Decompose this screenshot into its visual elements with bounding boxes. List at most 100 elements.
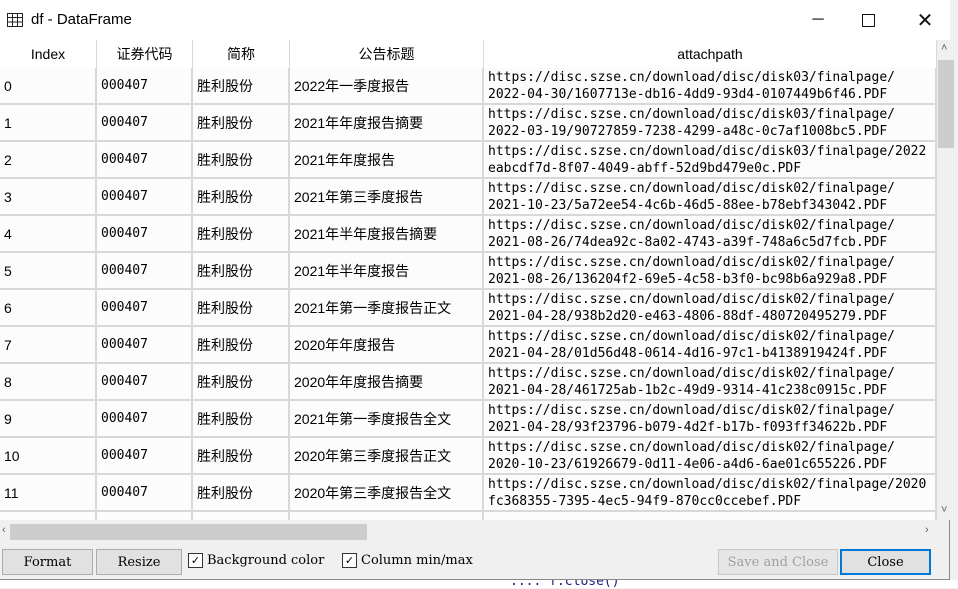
cell-title[interactable]: 2021年第三季度报告 <box>290 179 484 214</box>
cell-name[interactable]: 胜利股份 <box>193 179 290 214</box>
cell-index[interactable]: 5 <box>0 253 97 288</box>
cell-title[interactable]: 2021年第一季度报告全文 <box>290 401 484 436</box>
cell-title[interactable]: 2021年年度报告摘要 <box>290 105 484 140</box>
vertical-scrollbar[interactable]: ˄ ˅ <box>937 40 955 520</box>
column-header-name[interactable]: 简称 <box>193 40 290 68</box>
cell-name[interactable]: 胜利股份 <box>193 253 290 288</box>
cell-code[interactable]: 000407 <box>97 142 193 177</box>
table-row[interactable]: 3 000407 胜利股份 2021年第三季度报告 https://disc.szse.… <box>0 179 937 216</box>
cell-index[interactable]: 11 <box>0 475 97 510</box>
cell-code[interactable]: 000407 <box>97 290 193 325</box>
cell-attachpath[interactable]: https://disc.szse.cn/download/disc/disk0… <box>484 327 937 362</box>
scroll-up-icon[interactable]: ˄ <box>941 42 947 54</box>
table-row[interactable]: https://disc.szse.cn/download/disc/disk0… <box>0 512 937 520</box>
horizontal-scroll-thumb[interactable] <box>10 524 367 540</box>
table-row[interactable]: 6 000407 胜利股份 2021年第一季度报告正文 https://disc.szs… <box>0 290 937 327</box>
table-row[interactable]: 5 000407 胜利股份 2021年半年度报告 https://disc.szse.c… <box>0 253 937 290</box>
cell-code[interactable]: 000407 <box>97 68 193 103</box>
cell-code[interactable]: 000407 <box>97 179 193 214</box>
cell-attachpath[interactable]: https://disc.szse.cn/download/disc/disk0… <box>484 142 937 177</box>
cell-title[interactable]: 2021年第一季度报告正文 <box>290 290 484 325</box>
table-row[interactable]: 0 000407 胜利股份 2022年一季度报告 https://disc.szse.c… <box>0 68 937 105</box>
cell-index[interactable]: 4 <box>0 216 97 251</box>
cell-index[interactable] <box>0 512 97 520</box>
cell-attachpath[interactable]: https://disc.szse.cn/download/disc/disk0… <box>484 438 937 473</box>
cell-index[interactable]: 6 <box>0 290 97 325</box>
format-button[interactable]: Format <box>2 549 93 575</box>
cell-attachpath[interactable]: https://disc.szse.cn/download/disc/disk0… <box>484 68 937 103</box>
cell-code[interactable] <box>97 512 193 520</box>
cell-name[interactable]: 胜利股份 <box>193 68 290 103</box>
column-header-index[interactable]: Index <box>0 40 97 68</box>
cell-index[interactable]: 2 <box>0 142 97 177</box>
cell-title[interactable]: 2021年半年度报告 <box>290 253 484 288</box>
scroll-down-icon[interactable]: ˅ <box>941 504 947 516</box>
close-window-button[interactable]: ✕ <box>900 0 950 40</box>
resize-button[interactable]: Resize <box>96 549 182 575</box>
cell-index[interactable]: 7 <box>0 327 97 362</box>
cell-title[interactable]: 2021年半年度报告摘要 <box>290 216 484 251</box>
cell-index[interactable]: 1 <box>0 105 97 140</box>
table-row[interactable]: 2 000407 胜利股份 2021年年度报告 https://disc.szse.cn… <box>0 142 937 179</box>
cell-attachpath[interactable]: https://disc.szse.cn/download/disc/disk0… <box>484 290 937 325</box>
cell-code[interactable]: 000407 <box>97 364 193 399</box>
scroll-right-icon[interactable]: › <box>925 524 929 536</box>
horizontal-scrollbar[interactable]: ‹ › <box>0 522 937 540</box>
cell-name[interactable]: 胜利股份 <box>193 216 290 251</box>
cell-code[interactable]: 000407 <box>97 327 193 362</box>
cell-index[interactable]: 8 <box>0 364 97 399</box>
table-row[interactable]: 7 000407 胜利股份 2020年年度报告 https://disc.szse.cn… <box>0 327 937 364</box>
column-header-code[interactable]: 证券代码 <box>97 40 193 68</box>
save-and-close-button[interactable]: Save and Close <box>718 549 838 575</box>
minimize-button[interactable]: ─ <box>793 0 843 40</box>
cell-attachpath[interactable]: https://disc.szse.cn/download/disc/disk0… <box>484 475 937 510</box>
table-row[interactable]: 10 000407 胜利股份 2020年第三季度报告正文 https://disc.sz… <box>0 438 937 475</box>
cell-title[interactable]: 2021年年度报告 <box>290 142 484 177</box>
cell-name[interactable]: 胜利股份 <box>193 401 290 436</box>
cell-attachpath[interactable]: https://disc.szse.cn/download/disc/disk0… <box>484 105 937 140</box>
cell-title[interactable]: 2020年年度报告摘要 <box>290 364 484 399</box>
table-row[interactable]: 4 000407 胜利股份 2021年半年度报告摘要 https://disc.szse… <box>0 216 937 253</box>
column-header-title[interactable]: 公告标题 <box>290 40 484 68</box>
cell-attachpath[interactable]: https://disc.szse.cn/download/disc/disk0… <box>484 401 937 436</box>
cell-index[interactable]: 9 <box>0 401 97 436</box>
cell-attachpath[interactable]: https://disc.szse.cn/download/disc/disk0… <box>484 179 937 214</box>
cell-index[interactable]: 3 <box>0 179 97 214</box>
cell-code[interactable]: 000407 <box>97 105 193 140</box>
cell-code[interactable]: 000407 <box>97 475 193 510</box>
cell-name[interactable]: 胜利股份 <box>193 142 290 177</box>
table-row[interactable]: 1 000407 胜利股份 2021年年度报告摘要 https://disc.szse.… <box>0 105 937 142</box>
scroll-left-icon[interactable]: ‹ <box>2 524 6 536</box>
cell-code[interactable]: 000407 <box>97 253 193 288</box>
cell-name[interactable]: 胜利股份 <box>193 438 290 473</box>
cell-title[interactable]: 2022年一季度报告 <box>290 68 484 103</box>
cell-title[interactable] <box>290 512 484 520</box>
table-row[interactable]: 8 000407 胜利股份 2020年年度报告摘要 https://disc.szse.… <box>0 364 937 401</box>
cell-name[interactable]: 胜利股份 <box>193 364 290 399</box>
cell-attachpath[interactable]: https://disc.szse.cn/download/disc/disk0… <box>484 364 937 399</box>
cell-code[interactable]: 000407 <box>97 438 193 473</box>
cell-name[interactable]: 胜利股份 <box>193 475 290 510</box>
cell-title[interactable]: 2020年第三季度报告全文 <box>290 475 484 510</box>
cell-attachpath[interactable]: https://disc.szse.cn/download/disc/disk0… <box>484 253 937 288</box>
background-color-checkbox[interactable]: ✓ Background color <box>188 553 324 568</box>
cell-title[interactable]: 2020年年度报告 <box>290 327 484 362</box>
cell-name[interactable]: 胜利股份 <box>193 105 290 140</box>
cell-name[interactable] <box>193 512 290 520</box>
cell-attachpath[interactable]: https://disc.szse.cn/download/disc/disk0… <box>484 216 937 251</box>
cell-attachpath[interactable]: https://disc.szse.cn/download/disc/disk0… <box>484 512 937 520</box>
table-row[interactable]: 11 000407 胜利股份 2020年第三季度报告全文 https://disc.sz… <box>0 475 937 512</box>
close-button[interactable]: Close <box>840 549 931 575</box>
cell-title[interactable]: 2020年第三季度报告正文 <box>290 438 484 473</box>
table-row[interactable]: 9 000407 胜利股份 2021年第一季度报告全文 https://disc.szs… <box>0 401 937 438</box>
maximize-button[interactable] <box>843 0 893 40</box>
cell-name[interactable]: 胜利股份 <box>193 327 290 362</box>
column-header-attachpath[interactable]: attachpath <box>484 40 937 68</box>
cell-name[interactable]: 胜利股份 <box>193 290 290 325</box>
cell-code[interactable]: 000407 <box>97 216 193 251</box>
vertical-scroll-thumb[interactable] <box>938 60 954 148</box>
cell-index[interactable]: 0 <box>0 68 97 103</box>
column-minmax-checkbox[interactable]: ✓ Column min/max <box>342 553 473 568</box>
cell-code[interactable]: 000407 <box>97 401 193 436</box>
cell-index[interactable]: 10 <box>0 438 97 473</box>
